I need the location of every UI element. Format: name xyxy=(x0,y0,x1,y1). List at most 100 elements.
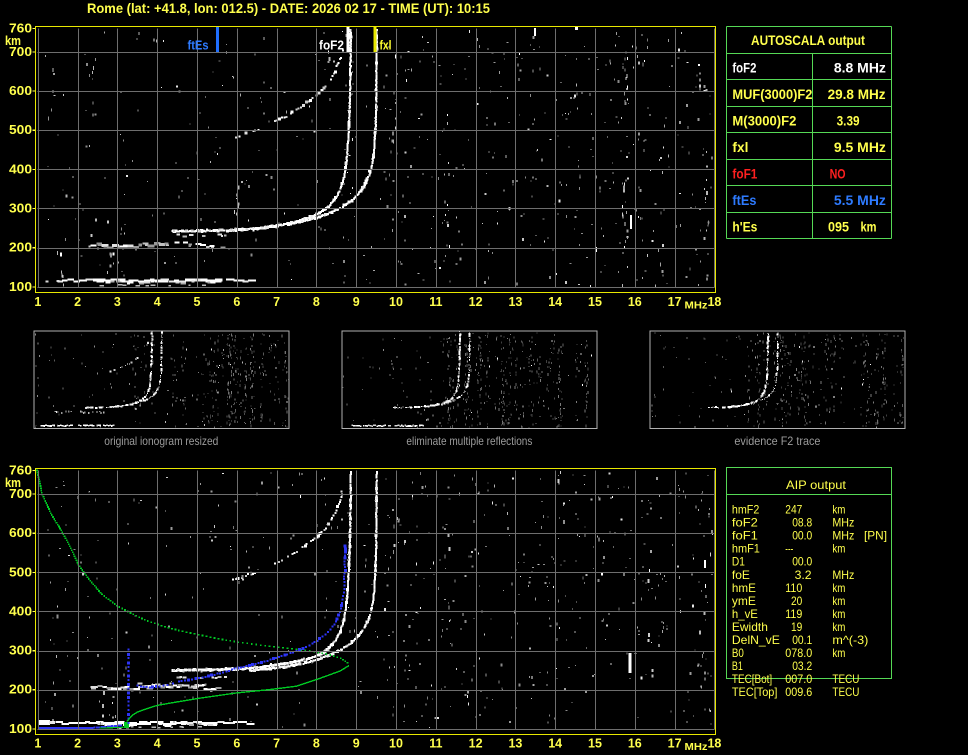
svg-text:foF1: foF1 xyxy=(732,529,758,543)
svg-text:7: 7 xyxy=(273,295,280,309)
svg-text:km: km xyxy=(5,33,21,48)
svg-text:200: 200 xyxy=(9,240,32,255)
svg-text:original ionogram resized: original ionogram resized xyxy=(104,434,218,448)
svg-text:1: 1 xyxy=(34,737,41,751)
svg-text:15: 15 xyxy=(588,737,602,751)
svg-text:km: km xyxy=(832,542,845,556)
svg-text:2: 2 xyxy=(74,737,81,751)
svg-text:M(3000)F2: M(3000)F2 xyxy=(732,113,796,128)
svg-text:110: 110 xyxy=(785,581,802,595)
svg-text:600: 600 xyxy=(9,525,32,540)
svg-text:13: 13 xyxy=(508,295,522,309)
svg-text:h'Es: h'Es xyxy=(732,219,757,234)
svg-text:16: 16 xyxy=(628,295,642,309)
svg-text:NO: NO xyxy=(830,166,846,181)
svg-text:17: 17 xyxy=(668,737,682,751)
svg-text:evidence F2 trace: evidence F2 trace xyxy=(734,434,820,448)
svg-text:300: 300 xyxy=(9,643,32,658)
svg-text:1: 1 xyxy=(34,295,41,309)
svg-text:11: 11 xyxy=(429,295,442,309)
svg-text:400: 400 xyxy=(9,161,32,176)
svg-text:119: 119 xyxy=(785,607,802,621)
svg-text:fxl: fxl xyxy=(380,38,392,53)
svg-text:foE: foE xyxy=(732,568,750,582)
svg-text:6: 6 xyxy=(233,295,240,309)
svg-text:400: 400 xyxy=(9,603,32,618)
svg-text:MHz: MHz xyxy=(832,516,854,530)
svg-text:ymE: ymE xyxy=(732,594,756,608)
svg-text:5: 5 xyxy=(194,737,201,751)
svg-text:MUF(3000)F2: MUF(3000)F2 xyxy=(732,87,812,102)
svg-text:8: 8 xyxy=(313,295,320,309)
svg-text:foF1: foF1 xyxy=(732,166,757,181)
svg-text:hmF1: hmF1 xyxy=(732,542,760,556)
svg-text:13: 13 xyxy=(508,737,522,751)
svg-text:4: 4 xyxy=(154,295,161,309)
svg-text:00.0: 00.0 xyxy=(792,555,812,569)
svg-text:08.8: 08.8 xyxy=(792,516,812,530)
svg-text:ftEs: ftEs xyxy=(188,38,209,53)
svg-text:6: 6 xyxy=(233,737,240,751)
svg-text:247: 247 xyxy=(785,503,802,517)
svg-text:MHz: MHz xyxy=(685,300,708,312)
svg-text:9: 9 xyxy=(353,295,360,309)
svg-text:18: 18 xyxy=(707,737,721,751)
svg-text:3.2: 3.2 xyxy=(795,568,812,582)
svg-text:14: 14 xyxy=(548,737,562,751)
svg-text:29.8 MHz: 29.8 MHz xyxy=(828,87,886,102)
svg-text:MHz: MHz xyxy=(832,529,854,543)
svg-text:hmE: hmE xyxy=(732,581,756,595)
svg-text:2: 2 xyxy=(74,295,81,309)
svg-text:12: 12 xyxy=(469,737,483,751)
svg-text:km: km xyxy=(832,503,845,517)
svg-text:4: 4 xyxy=(154,737,161,751)
svg-text:17: 17 xyxy=(668,295,682,309)
svg-text:18: 18 xyxy=(707,295,721,309)
svg-text:500: 500 xyxy=(9,122,32,137)
svg-text:100: 100 xyxy=(9,721,32,736)
svg-text:5.5 MHz: 5.5 MHz xyxy=(834,193,886,208)
svg-text:foF2: foF2 xyxy=(732,60,756,75)
svg-text:D1: D1 xyxy=(732,555,745,569)
svg-text:100: 100 xyxy=(9,279,32,294)
svg-text:500: 500 xyxy=(9,564,32,579)
svg-text:hmF2: hmF2 xyxy=(732,503,760,517)
svg-text:9.5 MHz: 9.5 MHz xyxy=(834,140,886,155)
svg-text:8.8 MHz: 8.8 MHz xyxy=(834,60,886,75)
svg-text:h_vE: h_vE xyxy=(732,607,758,621)
svg-text:200: 200 xyxy=(9,682,32,697)
svg-text:300: 300 xyxy=(9,201,32,216)
svg-text:14: 14 xyxy=(548,295,562,309)
svg-text:3: 3 xyxy=(114,295,121,309)
svg-text:00.0: 00.0 xyxy=(792,529,812,543)
svg-text:ftEs: ftEs xyxy=(732,193,756,208)
svg-text:600: 600 xyxy=(9,83,32,98)
svg-text:3.39: 3.39 xyxy=(837,113,860,128)
svg-text:---: --- xyxy=(785,542,793,556)
svg-text:7: 7 xyxy=(273,737,280,751)
svg-text:foF2: foF2 xyxy=(319,38,344,53)
svg-text:10: 10 xyxy=(389,737,403,751)
svg-text:MHz: MHz xyxy=(832,568,854,582)
svg-text:20: 20 xyxy=(791,594,803,608)
svg-text:12: 12 xyxy=(469,295,483,309)
svg-text:16: 16 xyxy=(628,737,642,751)
svg-text:AUTOSCALA output: AUTOSCALA output xyxy=(751,33,865,48)
svg-text:5: 5 xyxy=(194,295,201,309)
svg-text:km: km xyxy=(832,581,845,595)
svg-text:8: 8 xyxy=(313,737,320,751)
svg-text:Rome (lat: +41.8, lon: 012.5): Rome (lat: +41.8, lon: 012.5) - DATE: 20… xyxy=(87,0,490,16)
svg-text:km: km xyxy=(861,219,877,234)
svg-text:10: 10 xyxy=(389,295,403,309)
svg-text:11: 11 xyxy=(429,737,442,751)
svg-text:eliminate multiple reflections: eliminate multiple reflections xyxy=(406,434,532,448)
svg-text:9: 9 xyxy=(353,737,360,751)
svg-text:km: km xyxy=(5,475,21,490)
svg-text:km: km xyxy=(832,594,845,608)
svg-text:095: 095 xyxy=(828,219,849,234)
svg-text:15: 15 xyxy=(588,295,602,309)
svg-text:MHz: MHz xyxy=(685,741,708,753)
svg-text:3: 3 xyxy=(114,737,121,751)
svg-text:fxl: fxl xyxy=(732,140,748,155)
svg-text:foF2: foF2 xyxy=(732,516,758,530)
